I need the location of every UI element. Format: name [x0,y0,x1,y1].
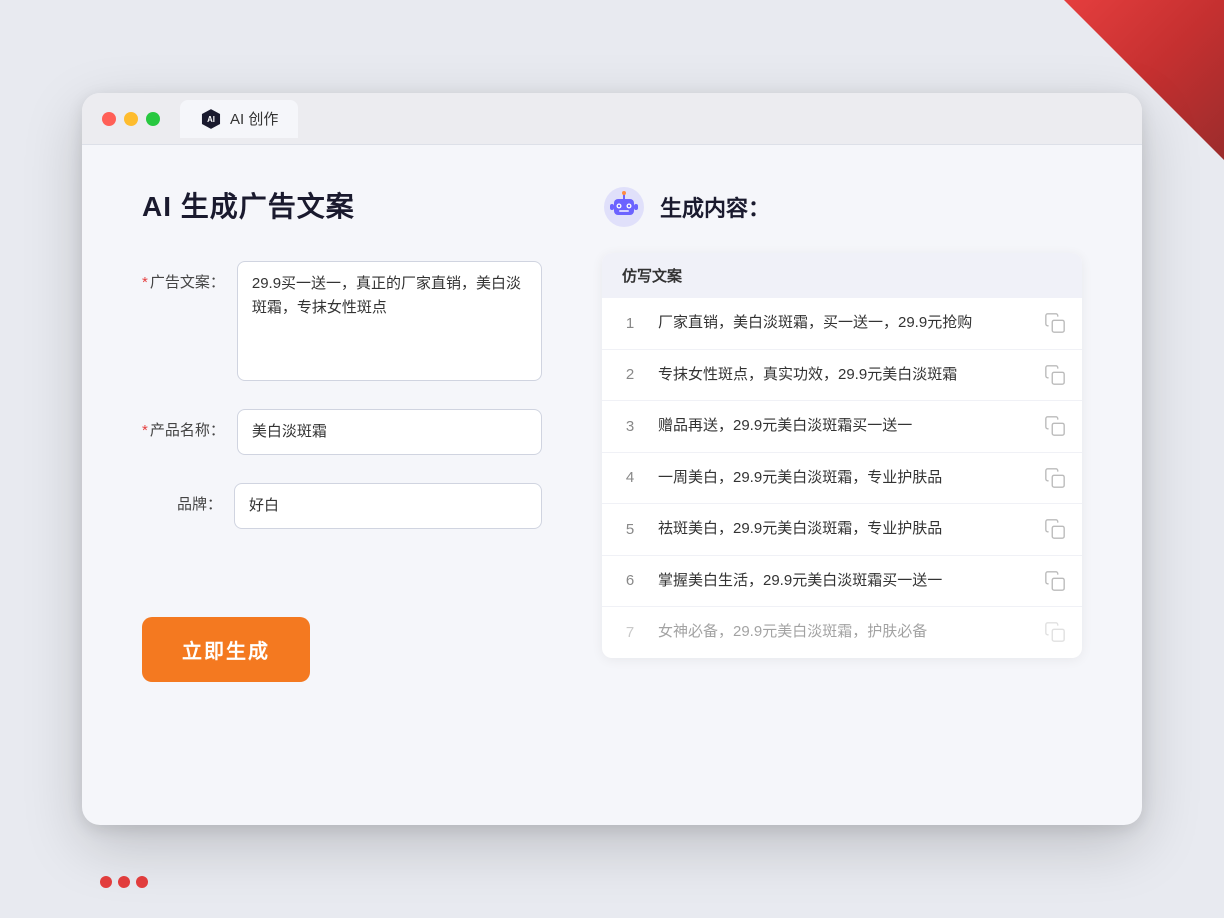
table-row: 1 厂家直销，美白淡斑霜，买一送一，29.9元抢购 [602,298,1082,350]
brand-input[interactable] [234,483,542,529]
brand-label: 品牌： [142,483,222,514]
copy-icon[interactable] [1044,364,1066,386]
tab-ai-creation[interactable]: AI AI 创作 [180,100,298,138]
row-text: 女神必备，29.9元美白淡斑霜，护肤必备 [658,621,1028,644]
copy-icon[interactable] [1044,570,1066,592]
row-number: 5 [618,521,642,538]
copy-icon[interactable] [1044,621,1066,643]
row-number: 6 [618,572,642,589]
submit-button[interactable]: 立即生成 [142,617,310,682]
table-header: 仿写文案 [602,253,1082,298]
title-bar: AI AI 创作 [82,93,1142,145]
brand-row: 品牌： [142,483,542,529]
close-button[interactable] [102,112,116,126]
ad-copy-input[interactable] [237,261,542,381]
row-text: 一周美白，29.9元美白淡斑霜，专业护肤品 [658,467,1028,490]
row-text: 掌握美白生活，29.9元美白淡斑霜买一送一 [658,570,1028,593]
row-number: 2 [618,366,642,383]
product-name-label: *产品名称： [142,409,225,440]
copy-icon[interactable] [1044,467,1066,489]
table-row: 3 赠品再送，29.9元美白淡斑霜买一送一 [602,401,1082,453]
row-number: 3 [618,418,642,435]
result-rows: 1 厂家直销，美白淡斑霜，买一送一，29.9元抢购 2 专抹女性斑点，真实功效，… [602,298,1082,658]
required-star-ad: * [142,274,148,291]
table-row: 7 女神必备，29.9元美白淡斑霜，护肤必备 [602,607,1082,658]
ai-logo-icon: AI [200,108,222,130]
copy-icon[interactable] [1044,518,1066,540]
svg-text:AI: AI [207,115,215,124]
product-name-row: *产品名称： [142,409,542,455]
browser-window: AI AI 创作 AI 生成广告文案 *广告文案： *产品名称： [82,93,1142,825]
row-text: 专抹女性斑点，真实功效，29.9元美白淡斑霜 [658,364,1028,387]
row-number: 1 [618,315,642,332]
row-text: 祛斑美白，29.9元美白淡斑霜，专业护肤品 [658,518,1028,541]
page-title: AI 生成广告文案 [142,185,542,225]
right-panel: 生成内容： 仿写文案 1 厂家直销，美白淡斑霜，买一送一，29.9元抢购 2 专… [602,185,1082,785]
result-table: 仿写文案 1 厂家直销，美白淡斑霜，买一送一，29.9元抢购 2 专抹女性斑点，… [602,253,1082,658]
left-panel: AI 生成广告文案 *广告文案： *产品名称： 品牌： 立 [142,185,542,785]
required-star-product: * [142,422,148,439]
maximize-button[interactable] [146,112,160,126]
tab-label: AI 创作 [230,108,278,129]
row-number: 4 [618,469,642,486]
copy-icon[interactable] [1044,415,1066,437]
bg-decoration-bottom-left [100,876,148,888]
product-name-input[interactable] [237,409,542,455]
ad-copy-label: *广告文案： [142,261,225,292]
row-text: 厂家直销，美白淡斑霜，买一送一，29.9元抢购 [658,312,1028,335]
table-row: 4 一周美白，29.9元美白淡斑霜，专业护肤品 [602,453,1082,505]
ad-copy-row: *广告文案： [142,261,542,381]
robot-icon [602,185,646,229]
row-number: 7 [618,624,642,641]
copy-icon[interactable] [1044,312,1066,334]
table-row: 6 掌握美白生活，29.9元美白淡斑霜买一送一 [602,556,1082,608]
row-text: 赠品再送，29.9元美白淡斑霜买一送一 [658,415,1028,438]
traffic-lights [102,112,160,126]
main-content: AI 生成广告文案 *广告文案： *产品名称： 品牌： 立 [82,145,1142,825]
minimize-button[interactable] [124,112,138,126]
result-header: 生成内容： [602,185,1082,229]
table-row: 5 祛斑美白，29.9元美白淡斑霜，专业护肤品 [602,504,1082,556]
table-row: 2 专抹女性斑点，真实功效，29.9元美白淡斑霜 [602,350,1082,402]
result-title: 生成内容： [660,191,770,223]
